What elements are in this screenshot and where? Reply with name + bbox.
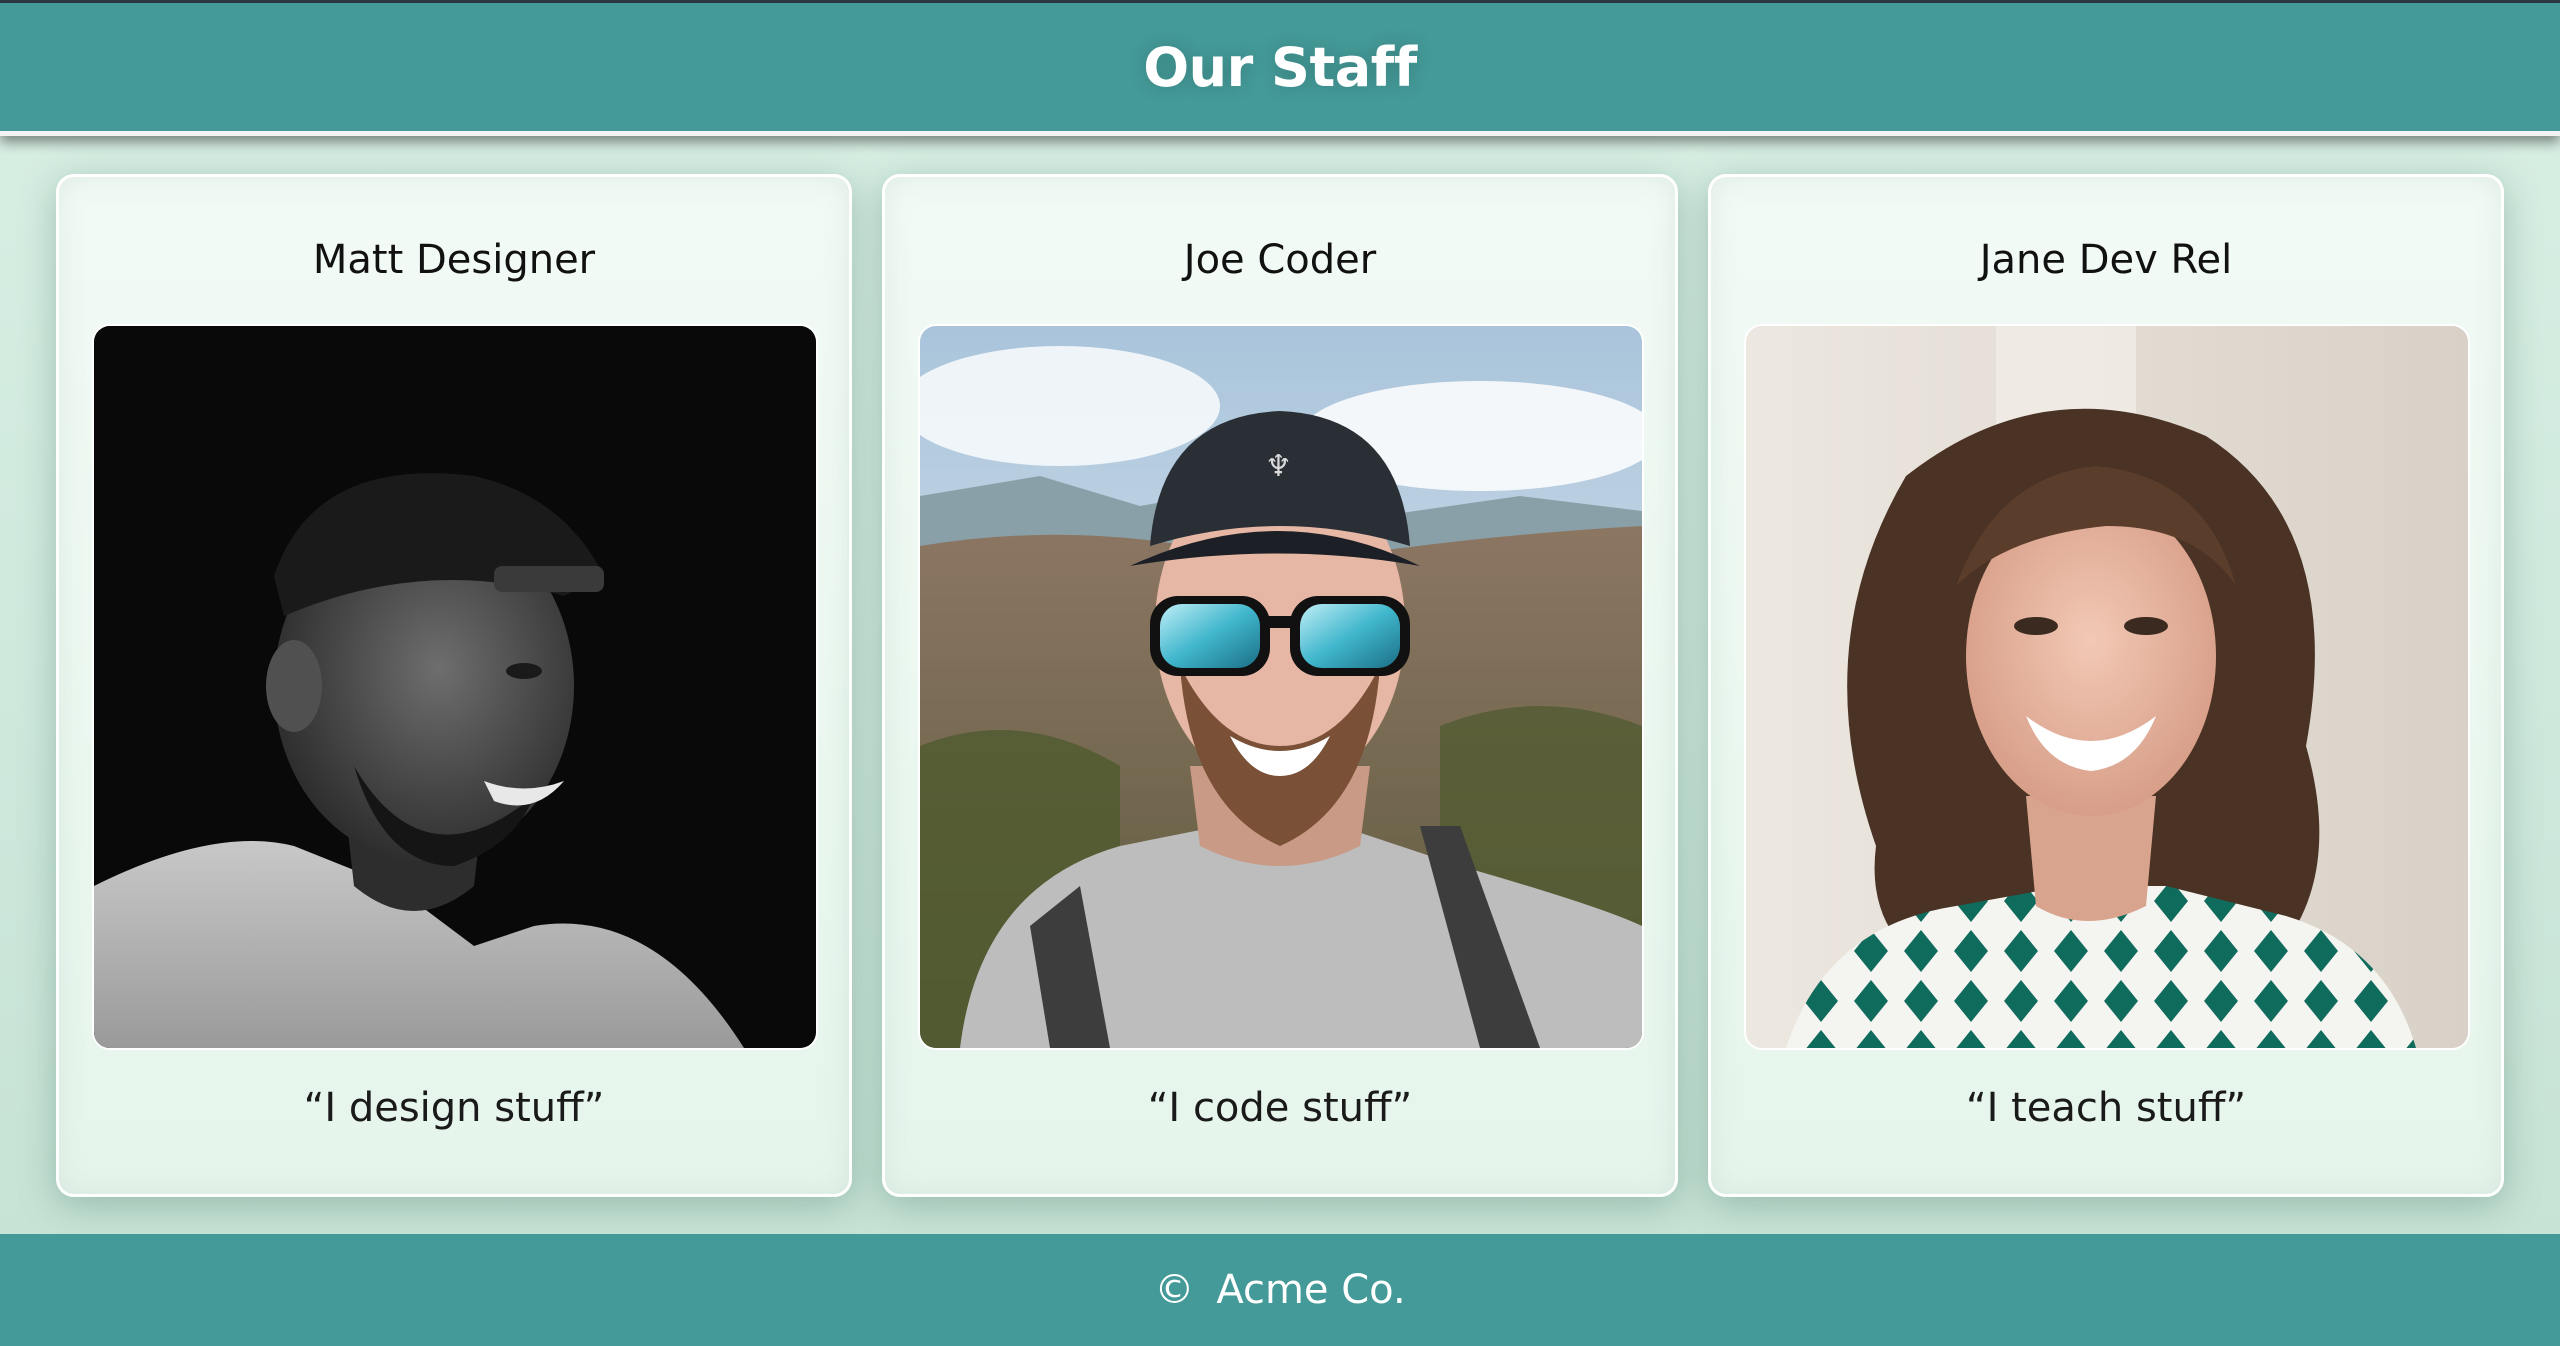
page-title: Our Staff: [1143, 35, 1417, 99]
svg-text:♆: ♆: [1265, 449, 1292, 484]
site-footer: © Acme Co.: [0, 1234, 2560, 1346]
staff-photo-joe: ♆: [918, 324, 1644, 1050]
company-name: Acme Co.: [1216, 1267, 1406, 1313]
staff-name: Joe Coder: [1183, 237, 1377, 283]
portrait-image: [1746, 326, 2468, 1048]
staff-quote: “I design stuff”: [303, 1085, 605, 1131]
copyright-icon: ©: [1154, 1267, 1195, 1313]
staff-name: Jane Dev Rel: [1979, 237, 2233, 283]
portrait-image: [94, 326, 816, 1048]
staff-card-matt: Matt Designer “I design stuff”: [56, 174, 852, 1197]
staff-photo-matt: [92, 324, 818, 1050]
staff-card-jane: Jane Dev Rel “I teach stuff”: [1708, 174, 2504, 1197]
portrait-image: ♆: [920, 326, 1642, 1048]
staff-cards: Matt Designer “I design stuff” Joe Coder…: [0, 174, 2560, 1199]
staff-name: Matt Designer: [312, 237, 596, 283]
staff-photo-jane: [1744, 324, 2470, 1050]
staff-card-joe: Joe Coder ♆ “I code stuff”: [882, 174, 1678, 1197]
staff-quote: “I teach stuff”: [1965, 1085, 2247, 1131]
site-header: Our Staff: [0, 3, 2560, 136]
staff-quote: “I code stuff”: [1147, 1085, 1413, 1131]
